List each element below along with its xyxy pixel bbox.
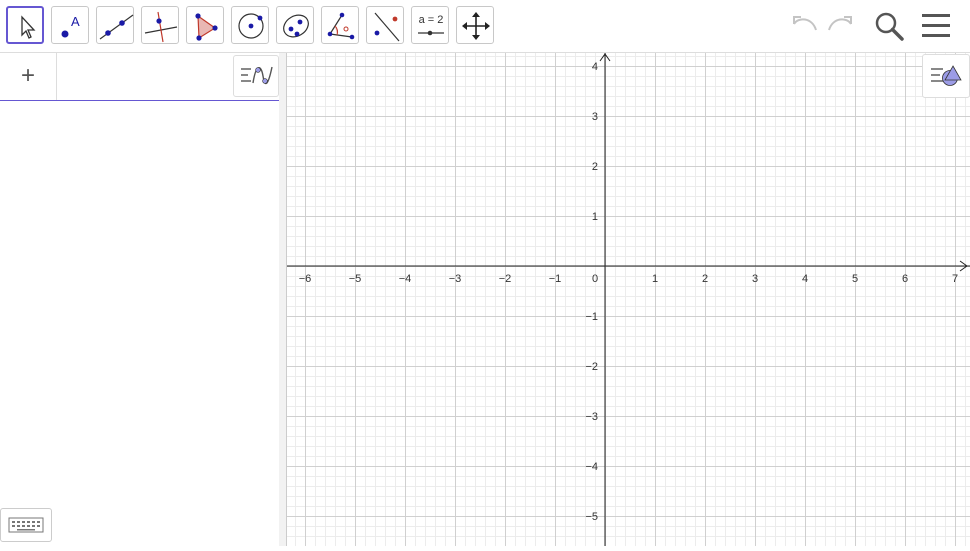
search-button[interactable] [871,8,907,44]
search-icon [875,12,904,41]
svg-text:A: A [71,14,80,29]
reflect-about-line-icon [374,12,400,42]
x-tick-label: −4 [399,273,412,285]
move-tool-button[interactable] [6,6,44,44]
algebra-input-row[interactable]: + [0,53,279,101]
minor-grid [287,53,970,547]
slider-icon [418,30,444,36]
move-graphics-view-icon [462,12,490,40]
line-tool-button[interactable] [96,6,134,44]
circle-center-point-icon [238,13,264,39]
x-tick-label: −2 [499,273,512,285]
x-tick-label: −1 [549,273,562,285]
main-menu-button[interactable] [918,8,954,44]
y-tick-label: −3 [585,411,598,423]
y-tick-label: −1 [585,311,598,323]
point-tool-button[interactable]: A [51,6,89,44]
x-tick-label: 2 [702,273,708,285]
y-tick-label: 1 [592,211,598,223]
redo-button[interactable] [823,8,859,44]
polygon-tool-button[interactable] [186,6,224,44]
point-icon: A [61,14,80,38]
algebra-view-icon [241,66,273,85]
move-graphics-view-tool-button[interactable] [456,6,494,44]
y-tick-label: −4 [585,461,598,473]
coordinate-plane: −6 −5 −4 −3 −2 −1 0 1 2 3 4 5 6 7 4 3 2 1 −1 −2 −3 −4 −5 [287,53,970,547]
perpendicular-line-icon [144,11,178,43]
x-tick-label: 5 [852,273,858,285]
y-tick-label: 3 [592,111,598,123]
add-item-button[interactable]: + [0,53,57,100]
y-tick-labels: 4 3 2 1 −1 −2 −3 −4 −5 [585,61,598,523]
x-tick-label: −3 [449,273,462,285]
x-tick-label: 1 [652,273,658,285]
keyboard-icon [8,517,44,533]
virtual-keyboard-button[interactable] [0,508,52,542]
x-tick-label: −5 [349,273,362,285]
perpendicular-line-tool-button[interactable] [141,6,179,44]
graphics-view[interactable]: −6 −5 −4 −3 −2 −1 0 1 2 3 4 5 6 7 4 3 2 1 −1 −2 −3 −4 −5 [287,53,970,547]
y-tick-label: −5 [585,511,598,523]
y-tick-label: 2 [592,161,598,173]
cursor-arrow-icon [21,15,36,39]
x-tick-label: 3 [752,273,758,285]
y-tick-label: 4 [592,61,598,73]
line-through-points-icon [99,14,134,40]
x-tick-labels: −6 −5 −4 −3 −2 −1 0 1 2 3 4 5 6 7 [299,273,958,285]
algebra-view: + [0,53,280,546]
hamburger-menu-icon [922,14,950,37]
graphics-style-bar-button[interactable] [922,54,970,98]
x-tick-label: 0 [592,273,598,285]
x-tick-label: 4 [802,273,808,285]
graphics-view-icon [931,65,962,86]
undo-icon [793,16,817,31]
slider-tool-button[interactable]: a = 2 [411,6,449,44]
redo-icon [828,16,852,31]
polygon-icon [195,13,218,41]
angle-tool-button[interactable] [321,6,359,44]
algebra-style-bar-button[interactable] [233,55,279,97]
y-tick-label: −2 [585,361,598,373]
angle-icon [327,12,355,40]
ellipse-tool-button[interactable] [276,6,314,44]
ellipse-icon [283,14,309,38]
circle-tool-button[interactable] [231,6,269,44]
undo-button[interactable] [786,8,822,44]
x-tick-label: 6 [902,273,908,285]
reflect-tool-button[interactable] [366,6,404,44]
x-tick-label: 7 [952,273,958,285]
panel-divider[interactable] [279,53,287,546]
toolbar: A a = 2 [0,0,970,53]
x-tick-label: −6 [299,273,312,285]
